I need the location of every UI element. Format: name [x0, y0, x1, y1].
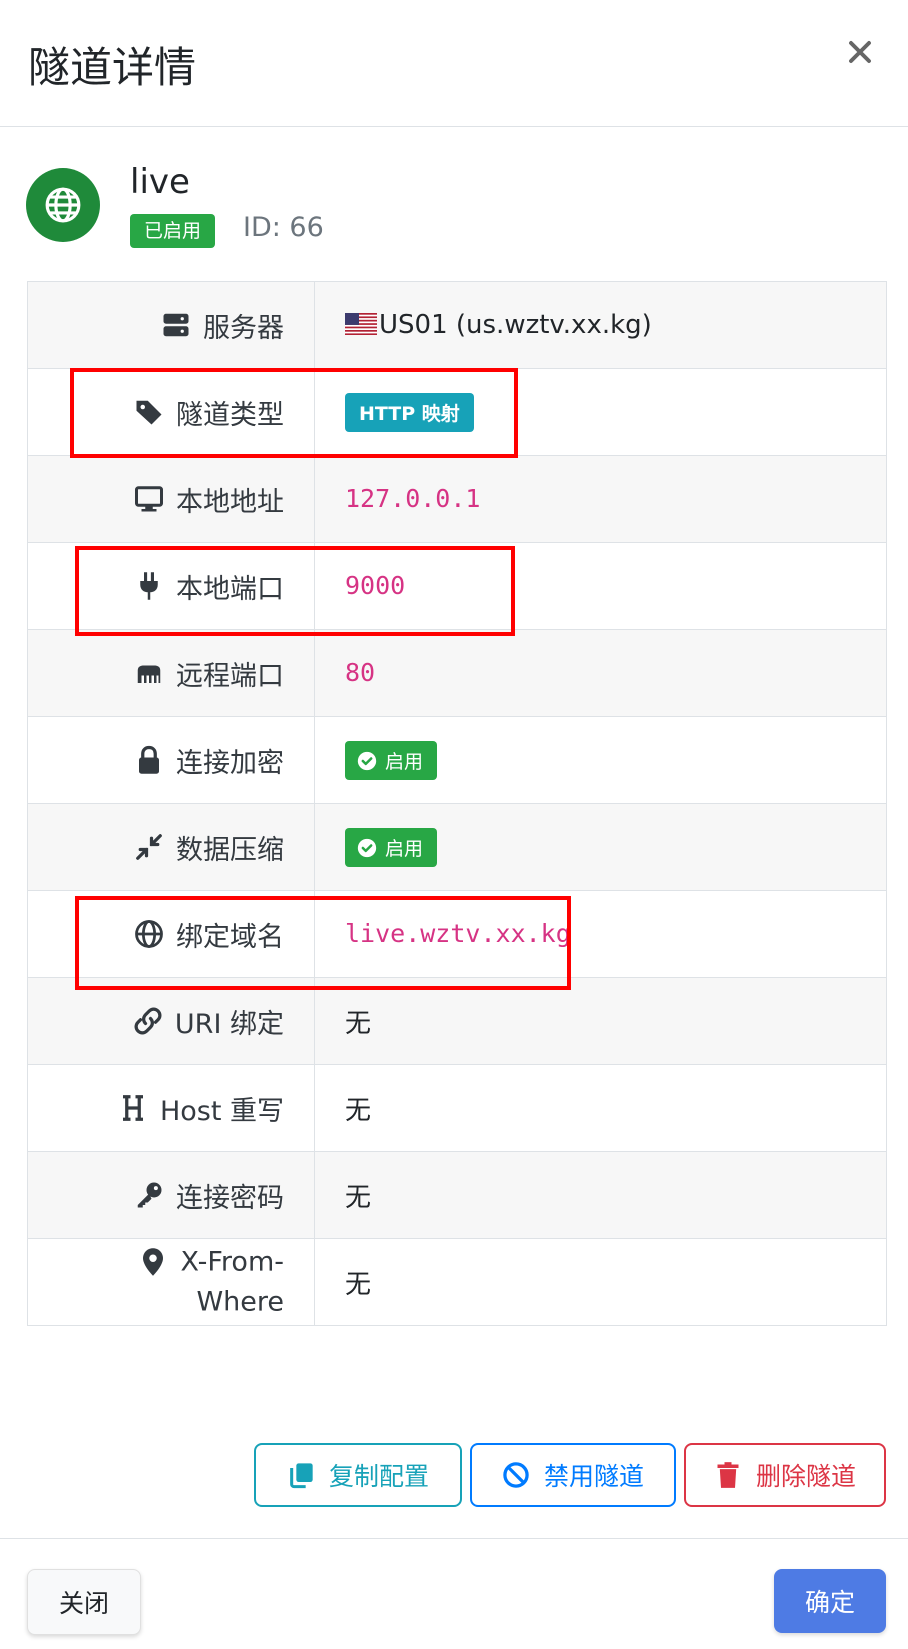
ok-button[interactable]: 确定: [774, 1569, 886, 1633]
label-server: 服务器: [203, 312, 284, 344]
lock-icon: [134, 745, 164, 775]
copy-icon: [290, 1463, 313, 1489]
copy-config-button[interactable]: 复制配置: [254, 1443, 462, 1507]
us-flag-icon: [345, 313, 377, 335]
globe-icon: [134, 919, 164, 949]
label-password: 连接密码: [176, 1182, 284, 1214]
row-remote-port: 远程端口 80: [27, 629, 887, 717]
copy-config-label: 复制配置: [328, 1462, 429, 1491]
modal-header: 隧道详情: [0, 0, 908, 127]
label-host: Host 重写: [159, 1095, 284, 1127]
uri-value: 无: [314, 977, 887, 1065]
row-compression: 数据压缩 启用: [27, 803, 887, 891]
tunnel-name: live: [130, 162, 190, 202]
status-badge: 已启用: [130, 214, 216, 248]
detail-table: 服务器 US01 (us.wztv.xx.kg) 隧道类型 HTTP 映射 本地…: [27, 281, 887, 1326]
action-buttons: 复制配置 禁用隧道 删除隧道: [254, 1443, 886, 1507]
row-host: Host 重写 无: [27, 1064, 887, 1152]
encryption-badge: 启用: [345, 740, 438, 780]
row-type: 隧道类型 HTTP 映射: [27, 368, 887, 456]
row-local-port: 本地端口 9000: [27, 542, 887, 630]
plug-icon: [134, 571, 164, 601]
label-xfrom-1: X-From-: [180, 1246, 284, 1277]
key-icon: [134, 1180, 164, 1210]
compress-icon: [134, 832, 164, 862]
label-compression: 数据压缩: [176, 834, 284, 866]
tunnel-detail-modal: 隧道详情 live 已启用 ID: 66 服务器 US01 (us.wztv.x: [0, 0, 908, 1648]
label-remote-port: 远程端口: [176, 660, 284, 692]
disable-tunnel-button[interactable]: 禁用隧道: [470, 1443, 676, 1507]
map-marker-icon: [138, 1247, 168, 1277]
row-encryption: 连接加密 启用: [27, 716, 887, 804]
ban-icon: [503, 1462, 529, 1488]
server-value: US01 (us.wztv.xx.kg): [379, 310, 652, 340]
tunnel-id: ID: 66: [243, 212, 324, 243]
modal-footer: 关闭 确定: [0, 1538, 908, 1649]
compression-badge: 启用: [345, 827, 438, 867]
close-button[interactable]: [842, 34, 878, 70]
label-local-port: 本地端口: [176, 573, 284, 605]
password-value: 无: [314, 1151, 887, 1239]
check-circle-icon: [357, 838, 377, 857]
server-icon: [161, 310, 191, 340]
row-uri: URI 绑定 无: [27, 977, 887, 1065]
link-icon: [133, 1006, 163, 1036]
modal-title: 隧道详情: [28, 43, 197, 92]
label-uri: URI 绑定: [174, 1008, 284, 1040]
row-local-addr: 本地地址 127.0.0.1: [27, 455, 887, 543]
label-local-addr: 本地地址: [176, 486, 284, 518]
label-type: 隧道类型: [176, 399, 284, 431]
close-modal-button[interactable]: 关闭: [27, 1569, 141, 1635]
row-server: 服务器 US01 (us.wztv.xx.kg): [27, 281, 887, 369]
host-value: 无: [314, 1064, 887, 1152]
check-circle-icon: [357, 751, 377, 770]
row-xfrom: X-From- Where 无: [27, 1238, 887, 1326]
tag-icon: [134, 397, 164, 427]
tunnel-summary: live 已启用 ID: 66: [26, 162, 886, 258]
network-icon: [134, 658, 164, 688]
tunnel-avatar: [26, 168, 100, 242]
type-badge: HTTP 映射: [345, 392, 474, 432]
label-encryption: 连接加密: [176, 747, 284, 779]
globe-icon: [45, 187, 81, 223]
xfrom-value: 无: [314, 1238, 887, 1326]
local-port-value: 9000: [345, 571, 406, 600]
row-domain: 绑定域名 live.wztv.xx.kg: [27, 890, 887, 978]
label-xfrom-2: Where: [196, 1286, 284, 1318]
desktop-icon: [134, 484, 164, 514]
trash-icon: [717, 1462, 739, 1488]
encryption-value: 启用: [385, 750, 424, 773]
delete-tunnel-label: 删除隧道: [755, 1462, 856, 1491]
domain-value: live.wztv.xx.kg: [345, 919, 571, 948]
heading-icon: [118, 1093, 148, 1123]
local-addr-value: 127.0.0.1: [345, 484, 481, 513]
row-password: 连接密码 无: [27, 1151, 887, 1239]
remote-port-value: 80: [345, 658, 376, 687]
disable-tunnel-label: 禁用隧道: [543, 1462, 644, 1491]
compression-value: 启用: [385, 837, 424, 860]
close-icon: [849, 41, 871, 63]
label-domain: 绑定域名: [176, 921, 284, 953]
delete-tunnel-button[interactable]: 删除隧道: [684, 1443, 886, 1507]
